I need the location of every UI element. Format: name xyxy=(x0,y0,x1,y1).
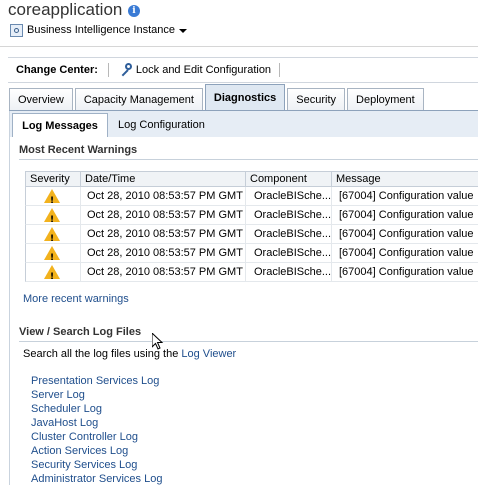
column-header-datetime[interactable]: Date/Time xyxy=(81,172,246,188)
datetime-cell: Oct 28, 2010 08:53:57 PM GMT xyxy=(81,263,246,281)
subtab-log-configuration[interactable]: Log Configuration xyxy=(118,114,205,136)
more-recent-warnings-link[interactable]: More recent warnings xyxy=(23,293,129,305)
key-icon xyxy=(119,63,133,77)
table-row[interactable]: Oct 28, 2010 08:53:57 PM GMT OracleBISch… xyxy=(25,225,478,244)
message-cell: [67004] Configuration value xyxy=(339,266,474,278)
tab-diagnostics[interactable]: Diagnostics xyxy=(204,84,286,110)
log-links-list: Presentation Services Log Server Log Sch… xyxy=(31,374,162,486)
message-cell: [67004] Configuration value xyxy=(339,209,474,221)
warnings-section-title: Most Recent Warnings xyxy=(19,144,138,156)
tab-security[interactable]: Security xyxy=(287,88,346,110)
lock-and-edit-button[interactable]: Lock and Edit Configuration xyxy=(119,63,271,77)
message-cell: [67004] Configuration value xyxy=(339,228,474,240)
table-row[interactable]: Oct 28, 2010 08:53:57 PM GMT OracleBISch… xyxy=(25,244,478,263)
component-cell: OracleBISche... xyxy=(246,187,332,205)
presentation-services-log-link[interactable]: Presentation Services Log xyxy=(31,374,162,388)
severity-cell xyxy=(26,263,81,281)
warning-icon xyxy=(44,208,60,224)
tab-overview[interactable]: Overview xyxy=(9,88,73,110)
action-services-log-link[interactable]: Action Services Log xyxy=(31,444,162,458)
warning-icon xyxy=(44,246,60,262)
datetime-cell: Oct 28, 2010 08:53:57 PM GMT xyxy=(81,206,246,224)
change-center-bar: Change Center: Lock and Edit Configurati… xyxy=(8,57,478,83)
column-header-severity[interactable]: Severity xyxy=(26,172,81,188)
scheduler-log-link[interactable]: Scheduler Log xyxy=(31,402,162,416)
log-viewer-intro: Search all the log files using the Log V… xyxy=(23,348,236,360)
column-header-message[interactable]: Message xyxy=(332,172,478,188)
severity-cell xyxy=(26,187,81,205)
component-cell: OracleBISche... xyxy=(246,206,332,224)
severity-cell xyxy=(26,225,81,243)
administrator-services-log-link[interactable]: Administrator Services Log xyxy=(31,472,162,486)
datetime-cell: Oct 28, 2010 08:53:57 PM GMT xyxy=(81,244,246,262)
severity-cell xyxy=(26,206,81,224)
warning-icon xyxy=(44,265,60,281)
section-divider xyxy=(19,159,478,160)
datetime-cell: Oct 28, 2010 08:53:57 PM GMT xyxy=(81,225,246,243)
chevron-down-icon xyxy=(178,29,187,33)
table-row[interactable]: Oct 28, 2010 08:53:57 PM GMT OracleBISch… xyxy=(25,206,478,225)
severity-cell xyxy=(26,244,81,262)
target-label: Business Intelligence Instance xyxy=(27,24,175,36)
target-icon xyxy=(10,23,23,37)
target-menu[interactable]: Business Intelligence Instance xyxy=(10,22,187,38)
main-tabs: Overview Capacity Management Diagnostics… xyxy=(9,84,426,110)
toolbar-separator xyxy=(107,63,109,77)
security-services-log-link[interactable]: Security Services Log xyxy=(31,458,162,472)
tab-deployment[interactable]: Deployment xyxy=(347,88,424,110)
message-cell: [67004] Configuration value xyxy=(339,247,474,259)
change-center-label: Change Center: xyxy=(16,64,98,76)
section-divider xyxy=(19,341,478,342)
warnings-table-header: Severity Date/Time Component Message xyxy=(25,171,478,188)
toolbar-separator xyxy=(279,63,281,77)
component-cell: OracleBISche... xyxy=(246,263,332,281)
info-icon[interactable]: i xyxy=(128,5,140,17)
tab-capacity-management[interactable]: Capacity Management xyxy=(74,88,203,110)
logs-section-title: View / Search Log Files xyxy=(19,326,142,338)
warning-icon xyxy=(44,189,60,205)
javahost-log-link[interactable]: JavaHost Log xyxy=(31,416,162,430)
table-row[interactable]: Oct 28, 2010 08:53:57 PM GMT OracleBISch… xyxy=(25,263,478,282)
cluster-controller-log-link[interactable]: Cluster Controller Log xyxy=(31,430,162,444)
server-log-link[interactable]: Server Log xyxy=(31,388,162,402)
datetime-cell: Oct 28, 2010 08:53:57 PM GMT xyxy=(81,187,246,205)
subtab-log-messages[interactable]: Log Messages xyxy=(12,113,108,137)
component-cell: OracleBISche... xyxy=(246,244,332,262)
page-title: coreapplication xyxy=(8,0,123,19)
message-cell: [67004] Configuration value xyxy=(339,190,474,202)
log-viewer-link[interactable]: Log Viewer xyxy=(181,348,236,360)
component-cell: OracleBISche... xyxy=(246,225,332,243)
lock-and-edit-label: Lock and Edit Configuration xyxy=(135,64,272,76)
page-header: coreapplication i Business Intelligence … xyxy=(0,0,478,44)
table-row[interactable]: Oct 28, 2010 08:53:57 PM GMT OracleBISch… xyxy=(25,187,478,206)
header-divider xyxy=(0,46,478,47)
column-header-component[interactable]: Component xyxy=(246,172,332,188)
warning-icon xyxy=(44,227,60,243)
